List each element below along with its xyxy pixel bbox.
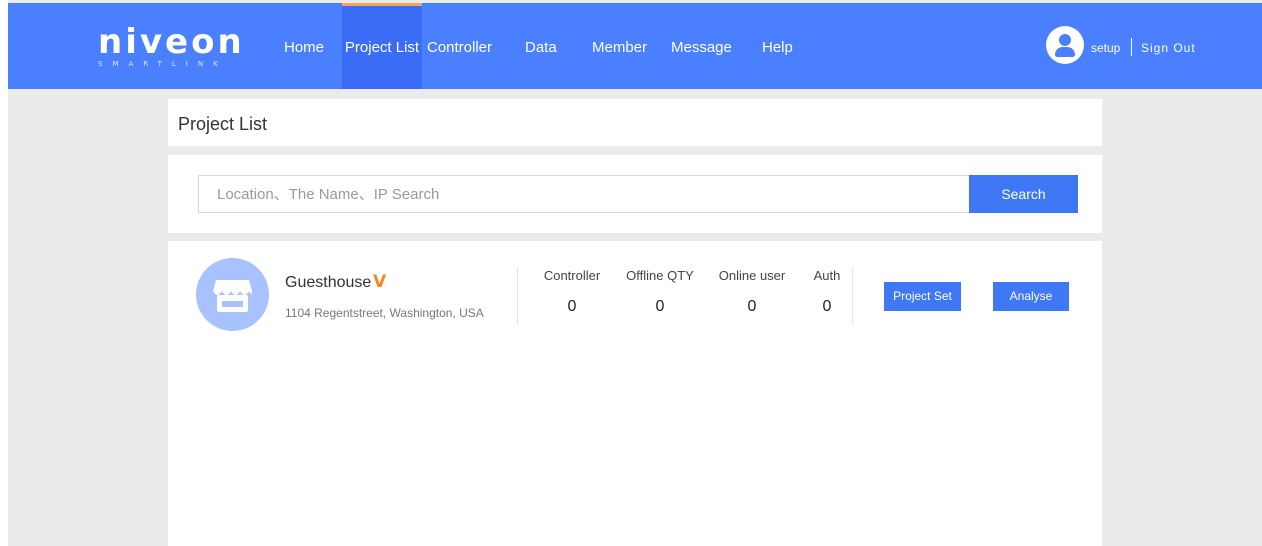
user-avatar-icon[interactable] bbox=[1046, 26, 1084, 64]
project-set-button[interactable]: Project Set bbox=[884, 282, 961, 311]
nav-home[interactable]: Home bbox=[284, 3, 324, 89]
user-name[interactable]: setup bbox=[1091, 41, 1120, 55]
title-panel: Project List bbox=[168, 99, 1102, 146]
analyse-button[interactable]: Analyse bbox=[993, 282, 1069, 311]
nav-controller[interactable]: Controller bbox=[427, 3, 492, 89]
stat-label-controller: Controller bbox=[543, 268, 601, 283]
stat-label-offline-qty: Offline QTY bbox=[626, 268, 694, 283]
store-icon bbox=[196, 258, 269, 331]
project-name[interactable]: Guesthouse bbox=[285, 274, 371, 292]
stats-divider-left bbox=[517, 268, 518, 324]
search-input[interactable] bbox=[198, 175, 970, 213]
brand-logo[interactable]: niveon SMARTLINK bbox=[98, 22, 248, 73]
project-address: 1104 Regentstreet, Washington, USA bbox=[285, 306, 484, 320]
nav-help[interactable]: Help bbox=[762, 3, 793, 89]
nav-data[interactable]: Data bbox=[525, 3, 557, 89]
stat-value-auth: 0 bbox=[822, 298, 832, 315]
stat-value-controller: 0 bbox=[567, 298, 577, 315]
page-title: Project List bbox=[178, 114, 268, 134]
nav-project-list[interactable]: Project List bbox=[342, 3, 422, 89]
search-button[interactable]: Search bbox=[969, 175, 1078, 213]
vip-badge-icon: V bbox=[373, 272, 387, 292]
logo-subtext: SMARTLINK bbox=[98, 60, 228, 68]
stat-label-online-user: Online user bbox=[718, 268, 786, 283]
nav-message[interactable]: Message bbox=[671, 3, 732, 89]
header-divider bbox=[1131, 38, 1132, 56]
logo-wordmark: niveon bbox=[98, 22, 245, 62]
stat-label-auth: Auth bbox=[813, 268, 841, 283]
sign-out-link[interactable]: Sign Out bbox=[1141, 41, 1196, 55]
stats-divider-right bbox=[852, 268, 853, 324]
stat-value-offline-qty: 0 bbox=[655, 298, 665, 315]
project-list-panel: Guesthouse V 1104 Regentstreet, Washingt… bbox=[168, 241, 1102, 546]
search-panel: Search bbox=[168, 155, 1102, 233]
stat-value-online-user: 0 bbox=[747, 298, 757, 315]
top-navigation-bar: niveon SMARTLINK Home Project List Contr… bbox=[8, 3, 1262, 89]
nav-member[interactable]: Member bbox=[592, 3, 647, 89]
